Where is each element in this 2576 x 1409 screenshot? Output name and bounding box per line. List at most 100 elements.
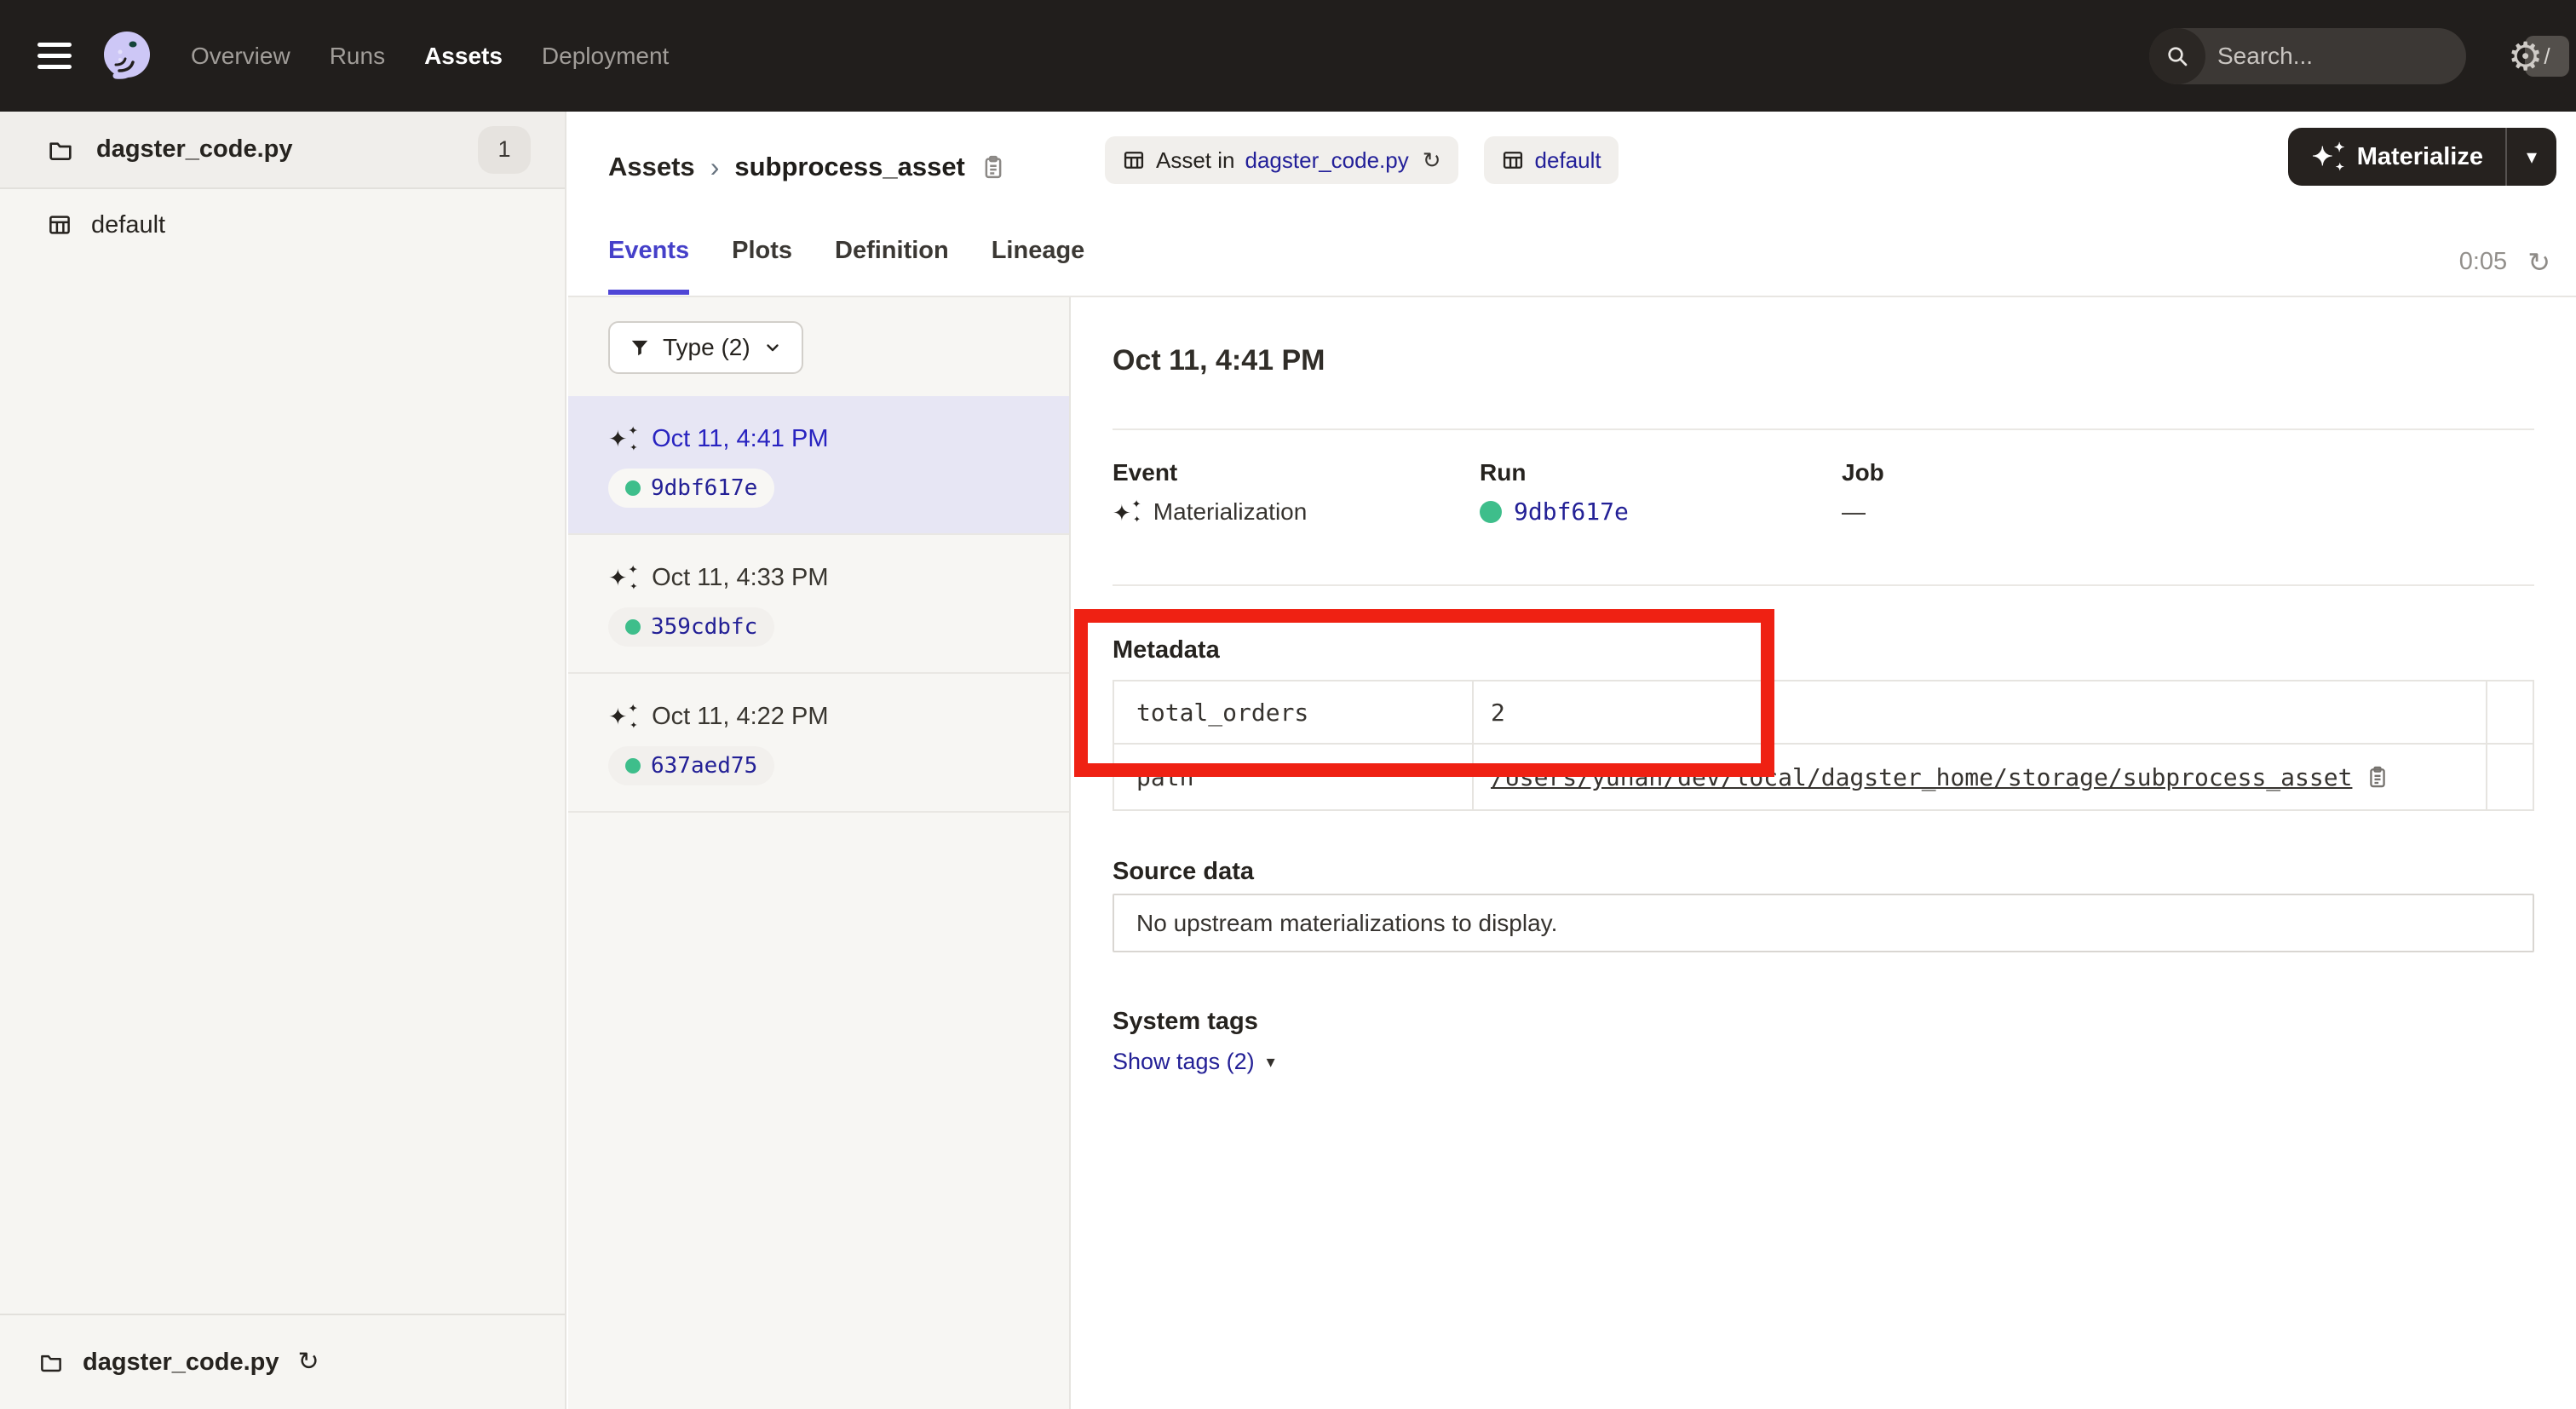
asset-group-icon <box>47 212 72 238</box>
sidebar: dagster_code.py 1 default dagster_code.p… <box>0 112 566 1409</box>
event-detail-panel: Oct 11, 4:41 PM Event ✦✦✦ Materializatio… <box>1071 297 2576 1409</box>
divider <box>1113 428 2534 430</box>
run-id-link[interactable]: 9dbf617e <box>1514 497 1629 526</box>
tag-prefix: Asset in <box>1156 147 1235 174</box>
refresh-icon[interactable]: ↻ <box>2527 249 2550 276</box>
refresh-area: 0:05 ↻ <box>2459 248 2550 276</box>
event-list-item[interactable]: ✦✦✦ Oct 11, 4:41 PM 9dbf617e <box>568 396 1069 535</box>
sidebar-item-default-group[interactable]: default <box>0 206 565 244</box>
tab-definition[interactable]: Definition <box>835 233 949 295</box>
materialization-sparkle-icon: ✦✦✦ <box>1113 499 1141 525</box>
tab-lineage[interactable]: Lineage <box>992 233 1085 295</box>
divider <box>1113 584 2534 586</box>
asset-tags: Asset in dagster_code.py ↻ default <box>1105 136 1619 184</box>
materialize-button[interactable]: ✦✦✦ Materialize <box>2288 128 2505 186</box>
hamburger-menu-icon[interactable] <box>37 36 72 76</box>
metadata-key: path <box>1114 743 1472 809</box>
run-id-link[interactable]: 359cdbfc <box>651 614 757 640</box>
filter-funnel-icon <box>629 336 651 359</box>
group-link[interactable]: default <box>1535 147 1601 174</box>
metadata-spacer-cell <box>2486 681 2533 743</box>
materialization-sparkle-icon: ✦✦✦ <box>608 704 638 730</box>
asset-name-title: subprocess_asset <box>734 152 965 182</box>
system-tags-heading: System tags <box>1113 1006 1258 1037</box>
event-list-item[interactable]: ✦✦✦ Oct 11, 4:33 PM 359cdbfc <box>568 535 1069 674</box>
type-filter-label: Type (2) <box>663 334 750 361</box>
event-type-value: Materialization <box>1153 497 1308 526</box>
run-column: Run 9dbf617e <box>1480 458 1629 526</box>
event-timestamp[interactable]: Oct 11, 4:22 PM <box>652 703 828 731</box>
job-empty-value: — <box>1842 497 1866 526</box>
materialize-sparkle-icon: ✦✦✦ <box>2312 142 2345 172</box>
materialize-split-button: ✦✦✦ Materialize ▾ <box>2288 128 2556 186</box>
dagster-logo[interactable] <box>99 28 155 84</box>
type-filter-button[interactable]: Type (2) <box>608 321 803 374</box>
table-icon <box>1122 148 1146 172</box>
run-tag[interactable]: 637aed75 <box>608 746 774 785</box>
nav-deployment[interactable]: Deployment <box>542 43 669 70</box>
asset-tabs: Events Plots Definition Lineage <box>608 233 1084 295</box>
chevron-right-icon: › <box>710 152 720 183</box>
nav-assets[interactable]: Assets <box>424 43 503 70</box>
tab-plots[interactable]: Plots <box>732 233 792 295</box>
asset-group-tag[interactable]: default <box>1484 136 1619 184</box>
metadata-table: total_orders 2 path /Users/yuhan/dev/loc… <box>1113 680 2534 811</box>
code-location-link[interactable]: dagster_code.py <box>1245 147 1409 174</box>
run-status-dot <box>625 758 641 774</box>
asset-count-badge: 1 <box>478 126 531 174</box>
top-nav: Overview Runs Assets Deployment / ⚙ <box>0 0 2576 112</box>
event-label: Event <box>1113 458 1307 487</box>
run-id-link[interactable]: 9dbf617e <box>651 475 757 501</box>
run-status-dot <box>1480 501 1502 523</box>
source-data-heading: Source data <box>1113 856 1254 887</box>
materialize-dropdown-caret[interactable]: ▾ <box>2507 128 2556 186</box>
metadata-spacer-cell <box>2486 743 2533 809</box>
job-label: Job <box>1842 458 1884 487</box>
breadcrumb-assets-link[interactable]: Assets <box>608 152 695 182</box>
reload-icon[interactable]: ↻ <box>297 1349 319 1375</box>
reload-icon[interactable]: ↻ <box>1423 149 1441 171</box>
event-detail-title: Oct 11, 4:41 PM <box>1113 342 1325 379</box>
tab-events[interactable]: Events <box>608 233 689 295</box>
event-timestamp[interactable]: Oct 11, 4:41 PM <box>652 425 828 453</box>
events-list-panel: Type (2) ✦✦✦ Oct 11, 4:41 PM 9dbf617e <box>568 297 1071 1409</box>
primary-nav: Overview Runs Assets Deployment <box>191 43 669 70</box>
run-tag[interactable]: 359cdbfc <box>608 607 774 647</box>
event-column: Event ✦✦✦ Materialization <box>1113 458 1307 526</box>
run-tag[interactable]: 9dbf617e <box>608 469 774 508</box>
chevron-down-icon <box>762 337 783 358</box>
event-timestamp[interactable]: Oct 11, 4:33 PM <box>652 564 828 592</box>
main-panel: Assets › subprocess_asset Asset in dagst… <box>568 112 2576 1409</box>
gear-icon[interactable]: ⚙ <box>2508 32 2543 80</box>
source-data-empty-state: No upstream materializations to display. <box>1113 894 2534 952</box>
sidebar-code-location-footer[interactable]: dagster_code.py ↻ <box>0 1314 565 1409</box>
run-label: Run <box>1480 458 1629 487</box>
show-tags-label: Show tags (2) <box>1113 1049 1255 1075</box>
copy-path-icon[interactable] <box>2366 765 2389 789</box>
run-status-dot <box>625 619 641 635</box>
job-column: Job — <box>1842 458 1884 526</box>
run-id-link[interactable]: 637aed75 <box>651 753 757 779</box>
asset-group-icon <box>1501 148 1525 172</box>
search-input[interactable] <box>2205 43 2525 70</box>
metadata-heading: Metadata <box>1113 635 1220 665</box>
refresh-countdown: 0:05 <box>2459 248 2507 276</box>
folder-icon <box>38 1349 64 1375</box>
search-bar[interactable]: / <box>2149 28 2466 84</box>
show-tags-toggle[interactable]: Show tags (2) ▾ <box>1113 1049 1275 1075</box>
path-link[interactable]: /Users/yuhan/dev/local/dagster_home/stor… <box>1491 763 2352 791</box>
asset-in-code-location-tag[interactable]: Asset in dagster_code.py ↻ <box>1105 136 1458 184</box>
footer-code-location-label: dagster_code.py <box>83 1349 279 1377</box>
nav-runs[interactable]: Runs <box>330 43 385 70</box>
materialize-label: Materialize <box>2357 143 2483 171</box>
copy-asset-name-icon[interactable] <box>980 154 1006 180</box>
sidebar-item-code-location[interactable]: dagster_code.py 1 <box>0 112 565 189</box>
nav-overview[interactable]: Overview <box>191 43 290 70</box>
search-icon <box>2149 28 2205 84</box>
event-list-item[interactable]: ✦✦✦ Oct 11, 4:22 PM 637aed75 <box>568 674 1069 813</box>
materialization-sparkle-icon: ✦✦✦ <box>608 565 638 591</box>
run-status-dot <box>625 480 641 496</box>
caret-down-icon: ▾ <box>1267 1051 1275 1073</box>
breadcrumb: Assets › subprocess_asset <box>608 141 1006 193</box>
events-content: Type (2) ✦✦✦ Oct 11, 4:41 PM 9dbf617e <box>568 297 2576 1409</box>
